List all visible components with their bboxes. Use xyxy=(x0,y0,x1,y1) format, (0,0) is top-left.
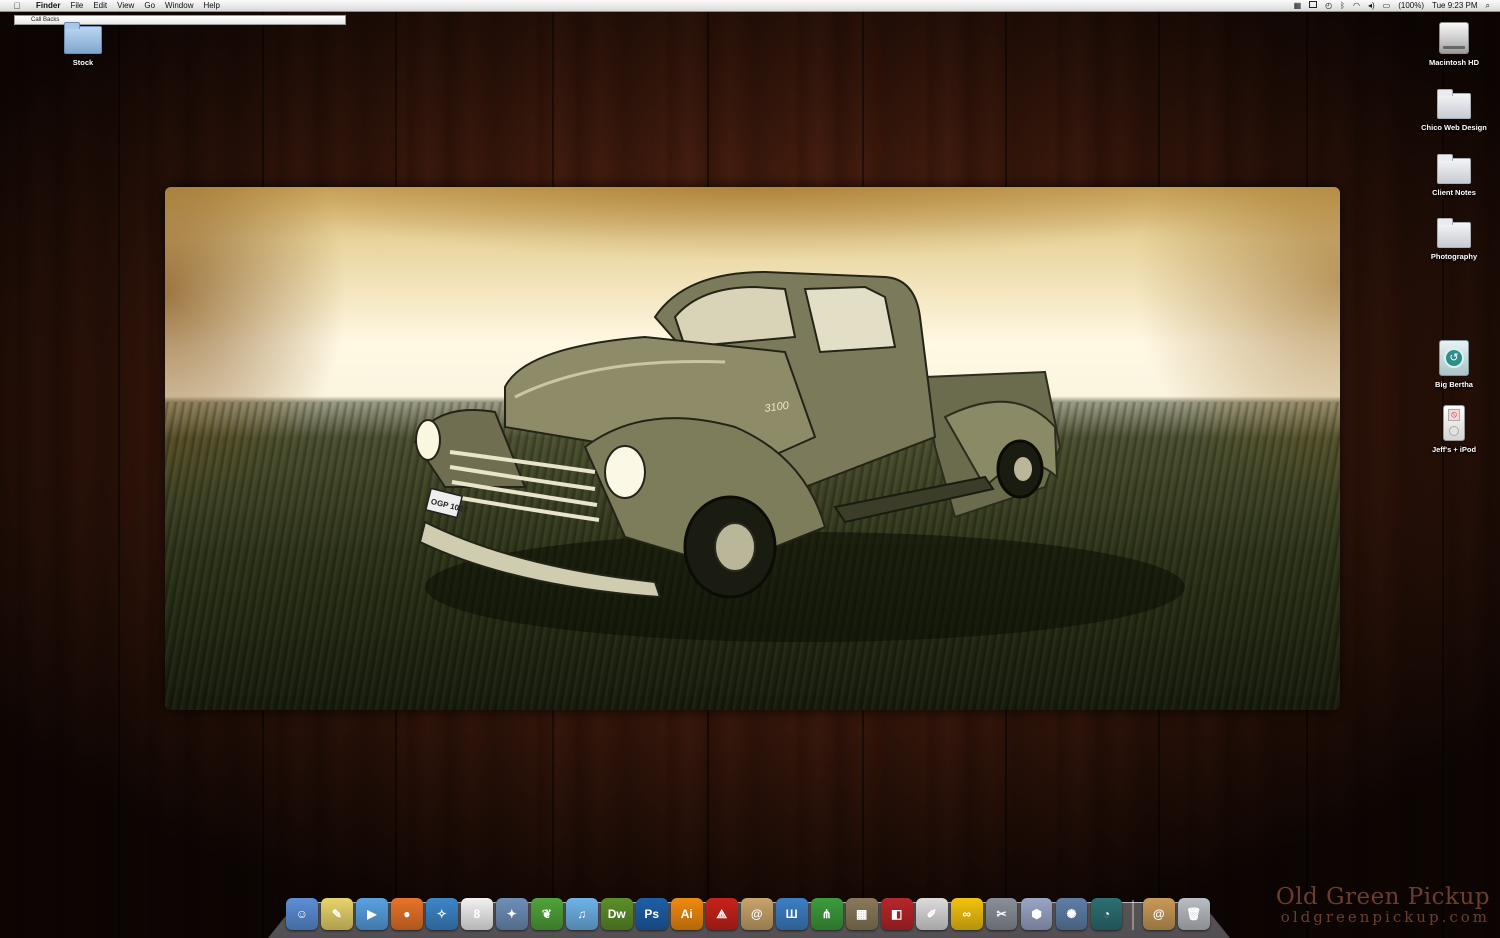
firefox-icon[interactable]: ● xyxy=(390,898,423,930)
illustrator-icon[interactable]: Ai xyxy=(670,898,703,930)
volume-icon[interactable]: ◂) xyxy=(1368,0,1375,12)
watermark-title: Old Green Pickup xyxy=(1275,884,1490,910)
site-watermark: Old Green Pickup oldgreenpickup.com xyxy=(1276,884,1490,926)
itunes-icon[interactable]: ♫ xyxy=(565,898,598,930)
photo-booth-icon[interactable]: ◧ xyxy=(880,898,913,930)
desktop-icon-label: Client Notes xyxy=(1432,188,1476,197)
ical-icon[interactable]: 8 xyxy=(460,898,493,930)
desktop-icon-label: Chico Web Design xyxy=(1421,123,1487,132)
network-icon[interactable]: ⋔ xyxy=(810,898,843,930)
dreamweaver-icon[interactable]: Dw xyxy=(600,898,633,930)
folder-icon xyxy=(64,22,102,54)
iphoto-icon[interactable]: ▦ xyxy=(845,898,878,930)
time-machine-menu-icon[interactable]: ◴ xyxy=(1325,0,1332,12)
trash-icon[interactable]: 🗑 xyxy=(1177,898,1210,930)
ichat-icon[interactable]: ▶ xyxy=(355,898,388,930)
menu-bar:  Finder File Edit View Go Window Help ▦… xyxy=(0,0,1500,12)
menu-view[interactable]: View xyxy=(112,0,139,12)
menu-edit[interactable]: Edit xyxy=(88,0,112,12)
desktop-icon-stock[interactable]: Stock xyxy=(38,22,128,67)
wifi-icon[interactable]: ◠ xyxy=(1353,0,1360,12)
bluetooth-icon[interactable]: ᛒ xyxy=(1340,0,1345,12)
status-menus: ▦ ◴ ᛒ ◠ ◂) ▭ (100%) Tue 9:23 PM ⌕ xyxy=(1294,0,1500,12)
stickies-icon[interactable]: ✎ xyxy=(320,898,353,930)
desktop-icon-big-bertha[interactable]: ↺ Big Bertha xyxy=(1409,340,1499,389)
dock: ☺ ✎ ▶ ● ✧ 8 ✦ ❦ ♫ Dw Ps Ai ⟁ @ Ш ⋔ ▦ ◧ ✐ ∞ ✂ ⬢ ✺ ◔ @ 🗑 xyxy=(286,892,1210,930)
textedit-icon[interactable]: ✐ xyxy=(915,898,948,930)
desktop-icon-photography[interactable]: Photography xyxy=(1409,218,1499,261)
menu-clock[interactable]: Tue 9:23 PM xyxy=(1432,0,1478,12)
battery-icon[interactable]: ▭ xyxy=(1383,0,1391,12)
connect-icon[interactable]: ∞ xyxy=(950,898,983,930)
ipod-icon xyxy=(1443,405,1465,441)
folder-icon xyxy=(1437,218,1471,248)
time-machine-icon[interactable]: ◔ xyxy=(1090,898,1123,930)
wallpaper-photo: OGP 1007 3100 xyxy=(165,187,1340,710)
folder-icon xyxy=(1437,154,1471,184)
spotlight-icon[interactable]: ⌕ xyxy=(1486,0,1490,12)
desktop-icon-label: Big Bertha xyxy=(1435,380,1473,389)
desktop-icon-label: Photography xyxy=(1430,252,1478,261)
photoshop-icon[interactable]: Ps xyxy=(635,898,668,930)
desktop-icon-label: Jeff's + iPod xyxy=(1431,445,1477,454)
window-title: Call Backs xyxy=(31,17,60,23)
preview-photos-icon[interactable]: ✺ xyxy=(1055,898,1088,930)
spaces-icon[interactable]: ▦ xyxy=(1294,0,1302,12)
time-machine-drive-icon: ↺ xyxy=(1439,340,1469,376)
installer-icon[interactable]: ⬢ xyxy=(1020,898,1053,930)
desktop-icon-chico-web-design[interactable]: Chico Web Design xyxy=(1409,89,1499,132)
acrobat-icon[interactable]: ⟁ xyxy=(705,898,738,930)
apple-menu-icon[interactable]:  xyxy=(11,0,23,12)
menu-help[interactable]: Help xyxy=(198,0,224,12)
desktop-icon-macintosh-hd[interactable]: Macintosh HD xyxy=(1409,22,1499,67)
finder-icon[interactable]: ☺ xyxy=(286,898,318,930)
desktop-icon-label: Stock xyxy=(72,58,94,67)
watermark-url: oldgreenpickup.com xyxy=(1280,908,1490,926)
menu-app-finder[interactable]: Finder xyxy=(31,0,65,12)
desktop-icon-ipod[interactable]: Jeff's + iPod xyxy=(1409,405,1499,454)
safari-icon[interactable]: ✧ xyxy=(425,898,458,930)
hard-drive-icon xyxy=(1439,22,1469,54)
display-icon[interactable] xyxy=(1309,0,1318,12)
battery-percent[interactable]: (100%) xyxy=(1398,0,1424,12)
address-book-icon[interactable]: @ xyxy=(740,898,773,930)
wood-plank-seam xyxy=(1442,0,1444,938)
menu-file[interactable]: File xyxy=(65,0,88,12)
pickup-truck-illustration: OGP 1007 3100 xyxy=(413,270,1185,642)
dock-separator[interactable] xyxy=(1131,900,1134,930)
cyberduck-icon[interactable]: Ш xyxy=(775,898,808,930)
coda-leaf-icon[interactable]: ❦ xyxy=(530,898,563,930)
menu-window[interactable]: Window xyxy=(160,0,198,12)
desktop-icon-client-notes[interactable]: Client Notes xyxy=(1409,154,1499,197)
desktop-icon-label: Macintosh HD xyxy=(1428,58,1479,67)
folder-icon xyxy=(1437,89,1471,119)
utilities-icon[interactable]: ✂ xyxy=(985,898,1018,930)
preview-icon[interactable]: ✦ xyxy=(495,898,528,930)
documents-stack-icon[interactable]: @ xyxy=(1142,898,1175,930)
wood-plank-seam xyxy=(118,0,120,938)
menu-go[interactable]: Go xyxy=(139,0,160,12)
